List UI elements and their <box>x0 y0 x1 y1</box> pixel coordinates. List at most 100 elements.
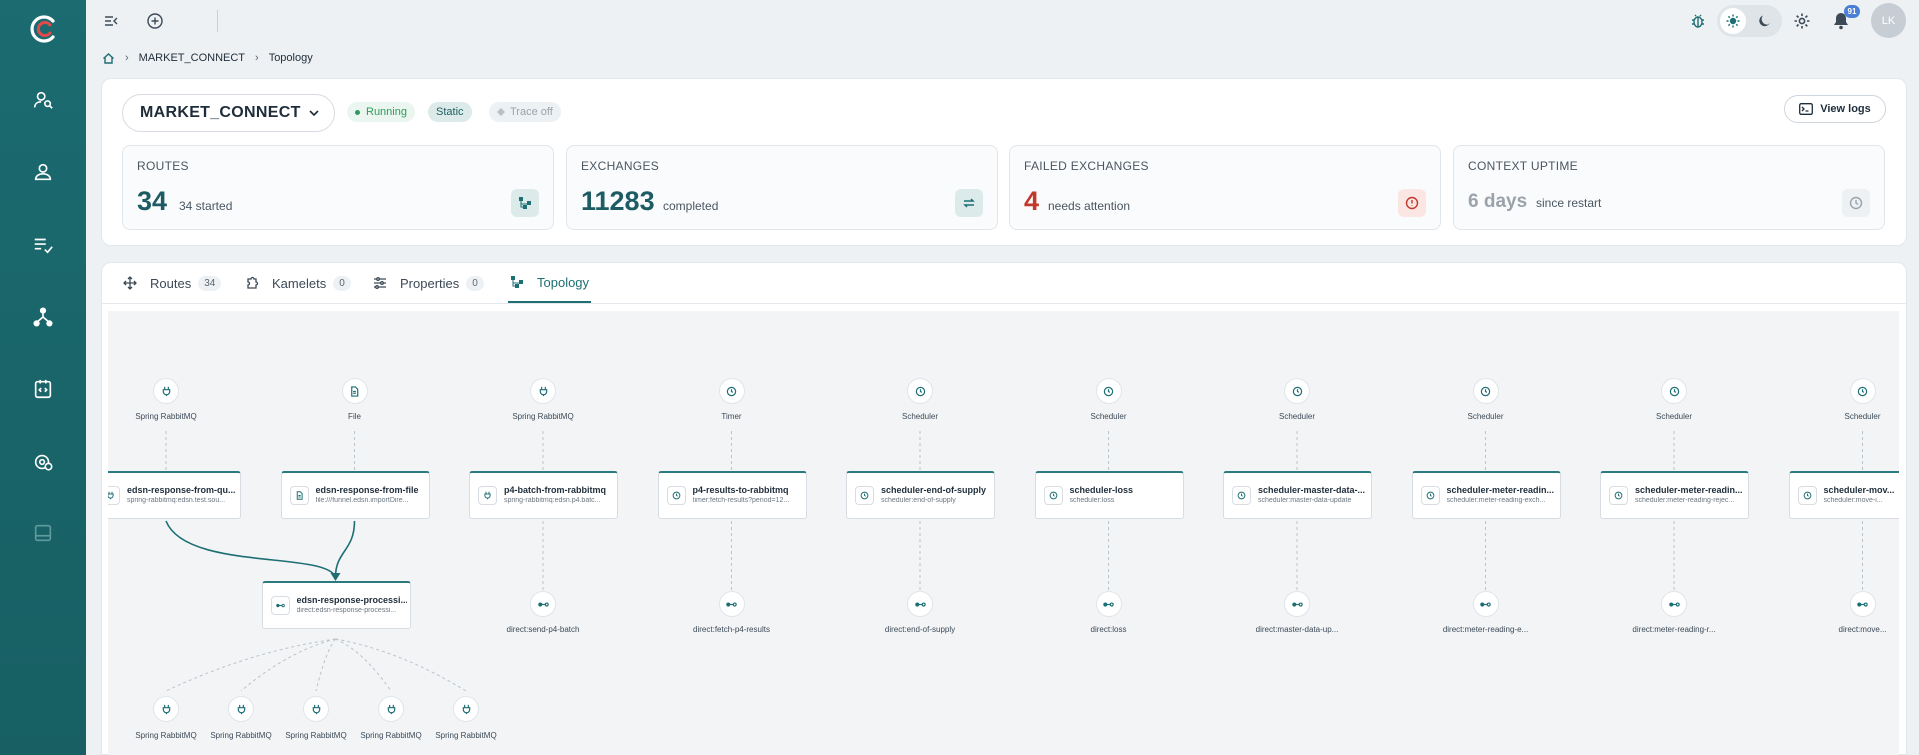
output-node[interactable] <box>453 696 479 722</box>
route-uri: spring-rabbitmq:edsn.test.sou... <box>127 497 226 504</box>
source-node[interactable] <box>907 378 933 404</box>
output-node[interactable] <box>153 696 179 722</box>
tab-routes[interactable]: Routes 34 <box>123 263 222 303</box>
trace-icon <box>497 108 505 116</box>
topology-tree-icon <box>510 275 524 289</box>
status-running-badge: Running <box>347 102 415 122</box>
theme-toggle[interactable] <box>1717 5 1782 37</box>
avatar[interactable]: LK <box>1871 3 1906 38</box>
topology-icon[interactable] <box>31 305 55 329</box>
route-uri: scheduler:meter-reading-exch... <box>1446 497 1546 504</box>
link-icon <box>270 596 290 615</box>
context-selector[interactable]: MARKET_CONNECT <box>122 94 335 132</box>
moon-icon[interactable] <box>1752 8 1778 34</box>
tab-count-badge: 0 <box>333 275 351 291</box>
source-label: Scheduler <box>1655 412 1693 421</box>
route-name: edsn-response-from-file <box>315 485 419 495</box>
source-node[interactable] <box>1284 378 1310 404</box>
target-node[interactable] <box>1284 591 1310 617</box>
source-node[interactable] <box>1095 378 1122 404</box>
breadcrumb-context[interactable]: MARKET_CONNECT <box>139 52 245 64</box>
route-node[interactable]: scheduler-meter-readin... scheduler:meter… <box>1600 471 1749 519</box>
target-node[interactable] <box>1472 591 1499 617</box>
target-node[interactable] <box>1661 591 1687 617</box>
route-node[interactable]: scheduler-meter-readin... scheduler:meter… <box>1411 471 1561 519</box>
clock-icon <box>915 386 926 397</box>
chevron-right-icon: › <box>125 52 129 64</box>
clock-icon <box>1292 386 1303 397</box>
route-uri: scheduler:loss <box>1069 497 1115 504</box>
user-icon[interactable] <box>31 160 55 184</box>
gear-badge-icon[interactable] <box>31 450 55 474</box>
tab-label: Topology <box>537 274 590 290</box>
topology-canvas[interactable]: Spring RabbitMQ edsn-response-from-qu... s… <box>108 311 1899 755</box>
tab-kamelets[interactable]: Kamelets 0 <box>245 263 351 303</box>
source-node[interactable] <box>153 378 179 404</box>
context-name: MARKET_CONNECT <box>140 104 301 121</box>
target-label: direct:end-of-supply <box>884 625 956 634</box>
home-icon[interactable] <box>102 52 115 65</box>
target-node[interactable] <box>1095 591 1122 617</box>
panel-icon[interactable] <box>31 521 55 545</box>
add-circle-icon[interactable] <box>144 10 166 32</box>
output-node[interactable] <box>228 696 254 722</box>
clock-icon <box>1609 486 1628 505</box>
route-node[interactable]: edsn-response-from-qu... spring-rabbitmq:… <box>108 471 241 519</box>
link-icon <box>1857 599 1868 610</box>
route-node[interactable]: scheduler-end-of-supply scheduler:end-of-… <box>846 471 995 519</box>
camel-logo[interactable] <box>26 12 60 46</box>
tab-topology[interactable]: Topology <box>508 263 592 303</box>
output-label: Spring RabbitMQ <box>435 731 497 740</box>
route-node[interactable]: p4-batch-from-rabbitmq spring-rabbitmq:ed… <box>469 471 618 519</box>
collapse-sidebar-icon[interactable] <box>100 10 122 32</box>
stat-sub: 34 started <box>179 199 233 213</box>
route-node[interactable]: edsn-response-from-file file:///funnel.ed… <box>280 471 430 519</box>
route-node[interactable]: p4-results-to-rabbitmq timer:fetch-result… <box>657 471 807 519</box>
edge <box>334 520 356 578</box>
terminal-icon <box>1799 103 1814 115</box>
output-node[interactable] <box>303 696 329 722</box>
route-node[interactable]: scheduler-mov... scheduler:move-i... <box>1788 471 1899 519</box>
route-uri: file:///funnel.edsn.importDire... <box>315 497 409 504</box>
target-node[interactable] <box>1849 591 1876 617</box>
sun-icon[interactable] <box>1720 8 1746 34</box>
stat-failed-exchanges: FAILED EXCHANGES 4 needs attention <box>1009 145 1441 230</box>
top-bar <box>86 0 1919 44</box>
clock-icon <box>666 486 686 505</box>
stat-label: EXCHANGES <box>581 159 660 173</box>
trace-status-badge[interactable]: Trace off <box>489 102 561 122</box>
target-node[interactable] <box>718 591 745 617</box>
tab-label: Kamelets <box>272 275 327 291</box>
output-node[interactable] <box>378 696 404 722</box>
route-node[interactable]: scheduler-loss scheduler:loss <box>1034 471 1184 519</box>
target-label: direct:meter-reading-e... <box>1442 625 1529 634</box>
status-running-label: Running <box>366 106 407 118</box>
source-node[interactable] <box>1849 378 1876 404</box>
code-document-icon[interactable] <box>31 377 55 401</box>
tab-properties[interactable]: Properties 0 <box>373 263 484 303</box>
source-node[interactable] <box>341 378 368 404</box>
stat-label: FAILED EXCHANGES <box>1024 159 1149 173</box>
clock-icon <box>855 486 874 505</box>
route-uri: scheduler:meter-reading-rejec... <box>1635 497 1735 504</box>
target-node[interactable] <box>530 591 556 617</box>
route-uri: scheduler:move-i... <box>1823 497 1883 504</box>
route-node[interactable]: scheduler-master-data-... scheduler:maste… <box>1223 471 1372 519</box>
route-name: edsn-response-processi... <box>296 595 407 605</box>
source-label: Scheduler <box>1844 412 1881 421</box>
stat-context-uptime: CONTEXT UPTIME 6 days since restart <box>1453 145 1885 230</box>
edge-arrowhead <box>330 573 341 581</box>
source-label: File <box>348 412 361 421</box>
settings-gear-icon[interactable] <box>1791 10 1813 32</box>
user-search-icon[interactable] <box>31 88 55 112</box>
shared-route-node[interactable]: edsn-response-processi... direct:edsn-res… <box>261 581 411 629</box>
checklist-icon[interactable] <box>31 233 55 257</box>
exchange-arrows-icon <box>955 189 983 217</box>
source-node[interactable] <box>1472 378 1499 404</box>
target-node[interactable] <box>907 591 933 617</box>
source-node[interactable] <box>530 378 556 404</box>
bug-icon[interactable] <box>1687 10 1709 32</box>
source-node[interactable] <box>1661 378 1687 404</box>
source-node[interactable] <box>718 378 745 404</box>
view-logs-button[interactable]: View logs <box>1784 95 1886 123</box>
